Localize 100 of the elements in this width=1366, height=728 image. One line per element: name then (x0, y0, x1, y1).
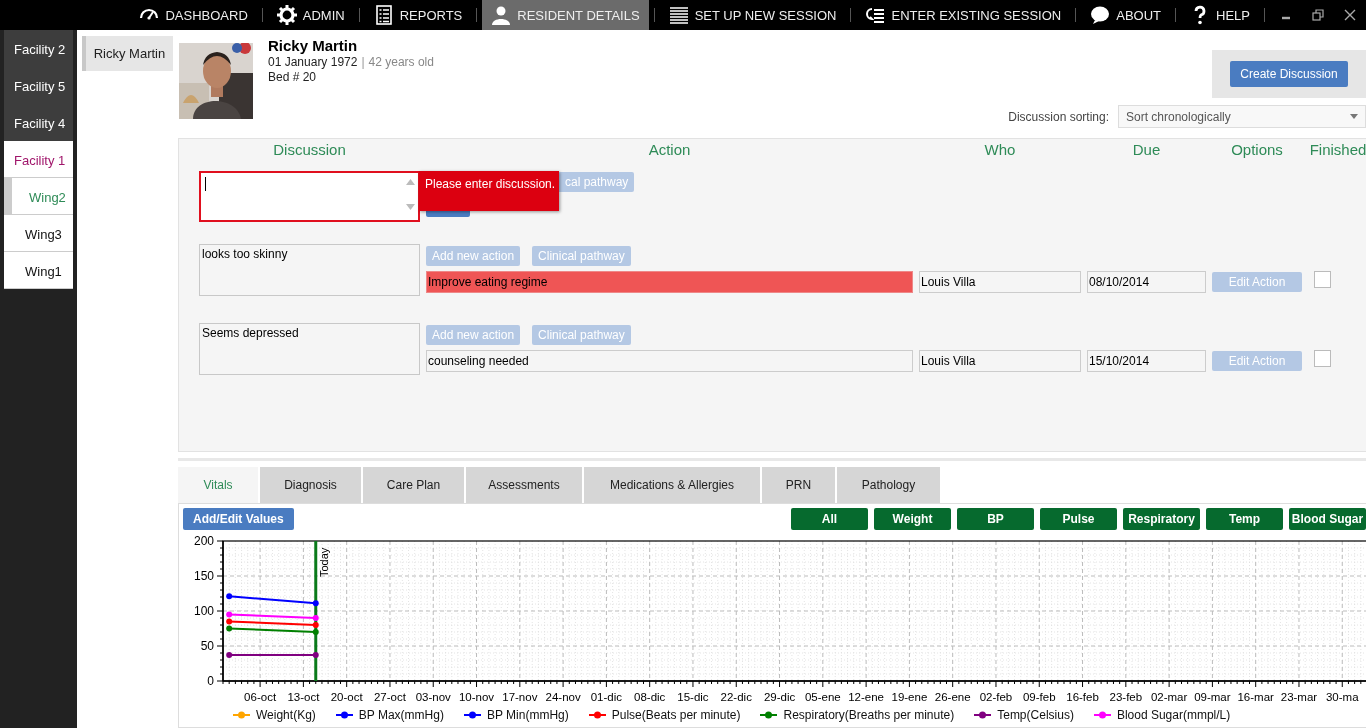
document-list-icon (373, 5, 394, 25)
nav-tab[interactable]: REPORTS (364, 0, 472, 30)
x-tick-label: 15-dic (677, 691, 709, 703)
create-discussion-button[interactable]: Create Discussion (1230, 61, 1348, 87)
point (312, 622, 319, 628)
point (226, 625, 233, 632)
y-tick-label: 100 (193, 604, 214, 618)
filter-button[interactable]: Respiratory (1123, 508, 1200, 530)
filter-button[interactable]: All (791, 508, 868, 530)
facility-item[interactable]: Facility 1 (4, 141, 73, 178)
enter-session-icon (865, 5, 886, 25)
caret-icon (1350, 114, 1358, 119)
legend-label: Blood Sugar(mmpl/L) (1116, 708, 1231, 722)
wing-item[interactable]: Wing3 (4, 215, 73, 252)
age-text: 42 years old (368, 55, 434, 69)
x-tick-label: 09-mar (1194, 691, 1231, 703)
x-tick-label: 02-mar (1150, 691, 1188, 703)
y-tick-label: 50 (200, 639, 214, 653)
x-tick-label: 01-dic (590, 691, 623, 703)
x-tick-label: 24-nov (545, 691, 581, 703)
lines-icon (668, 5, 689, 25)
point (226, 652, 233, 659)
nav-tab[interactable]: RESIDENT DETAILS (482, 0, 649, 30)
legend-label: Pulse(Beats per minute) (611, 708, 741, 722)
filter-button[interactable]: Temp (1206, 508, 1283, 530)
today-label: Today (317, 547, 330, 577)
action-field[interactable]: counseling needed (426, 349, 913, 372)
who-field[interactable]: Louis Villa (919, 349, 1081, 372)
point (226, 593, 233, 600)
section-tab[interactable]: Pathology (837, 467, 940, 503)
filter-button[interactable]: Weight (874, 508, 951, 530)
x-tick-label: 19-ene (891, 691, 928, 703)
x-tick-label: 23-mar (1280, 691, 1318, 703)
legend-label: BP Min(mmHg) (486, 708, 569, 722)
x-tick-label: 17-nov (502, 691, 538, 703)
section-tab[interactable]: Assessments (466, 467, 582, 503)
nav-tab[interactable]: DASHBOARD (130, 0, 257, 30)
x-tick-label: 06-oct (244, 691, 277, 703)
wing-item[interactable]: Wing2 (4, 178, 73, 215)
discussion-text[interactable]: looks too skinny (199, 243, 420, 296)
close-icon[interactable] (1344, 9, 1356, 21)
section-tab[interactable]: PRN (762, 467, 835, 503)
error-tooltip: Please enter discussion. (419, 170, 559, 211)
point (312, 652, 319, 659)
due-date-field[interactable]: 08/10/2014 (1087, 270, 1206, 293)
section-tab[interactable]: Vitals (178, 467, 258, 503)
finished-checkbox[interactable] (1314, 349, 1331, 367)
section-tab[interactable]: Medications & Allergies (584, 467, 760, 503)
restore-icon[interactable] (1312, 9, 1324, 21)
x-tick-label: 03-nov (415, 691, 451, 703)
x-tick-label: 16-mar (1237, 691, 1274, 703)
bed-number: Bed # 20 (268, 70, 318, 84)
x-tick-label: 05-ene (804, 691, 841, 703)
x-tick-label: 12-ene (848, 691, 884, 703)
section-tab[interactable]: Diagnosis (260, 467, 361, 503)
nav-tab[interactable]: SET UP NEW SESSION (659, 0, 846, 30)
discussion-text[interactable]: Seems depressed (199, 322, 420, 375)
x-tick-label: 09-feb (1022, 691, 1056, 703)
resident-name: Ricky Martin (268, 37, 359, 54)
legend-label: Weight(Kg) (256, 708, 316, 722)
x-tick-label: 29-dic (763, 691, 796, 703)
facility-item[interactable]: Facility 5 (4, 67, 73, 104)
nav-tab[interactable]: ABOUT (1081, 0, 1171, 30)
nav-tab[interactable]: ADMIN (267, 0, 354, 30)
y-tick-label: 150 (193, 569, 214, 583)
facility-item[interactable]: Facility 2 (4, 30, 73, 67)
y-tick-label: 200 (193, 534, 214, 548)
x-tick-label: 10-nov (458, 691, 495, 703)
sorting-label: Discussion sorting: (1008, 109, 1109, 124)
y-tick-label: 0 (207, 674, 214, 688)
point (312, 600, 319, 607)
column-header: Discussion (272, 140, 347, 160)
legend-label: Temp(Celsius) (997, 708, 1074, 722)
action-field[interactable]: Improve eating regime (426, 270, 913, 293)
filter-button[interactable]: BP (957, 508, 1034, 530)
column-header: Finished (1308, 140, 1366, 160)
finished-checkbox[interactable] (1314, 270, 1331, 288)
x-tick-label: 02-feb (979, 691, 1013, 703)
point (226, 618, 233, 625)
resident-tab[interactable]: Ricky Martin (82, 36, 173, 71)
filter-button[interactable]: Pulse (1040, 508, 1117, 530)
due-date-field[interactable]: 15/10/2014 (1087, 349, 1206, 372)
sorting-dropdown[interactable]: Sort chronologically (1118, 105, 1366, 128)
column-header: Who (983, 140, 1017, 160)
section-tab[interactable]: Care Plan (363, 467, 464, 503)
column-header: Options (1230, 140, 1284, 160)
x-tick-label: 16-feb (1066, 691, 1099, 703)
who-field[interactable]: Louis Villa (919, 270, 1081, 293)
legend-label: Respiratory(Breaths per minute) (783, 708, 955, 722)
add-edit-values-button[interactable]: Add/Edit Values (183, 508, 294, 530)
filter-button[interactable]: Blood Sugar (1289, 508, 1366, 530)
nav-tab[interactable]: ENTER EXISTING SESSION (856, 0, 1071, 30)
x-tick-label: 27-oct (374, 691, 406, 703)
x-tick-label: 20-oct (330, 691, 363, 703)
x-tick-label: 23-feb (1109, 691, 1143, 703)
person-icon (491, 5, 512, 25)
x-tick-label: 22-dic (720, 691, 752, 703)
nav-tab[interactable]: HELP (1181, 0, 1259, 30)
wing-item[interactable]: Wing1 (4, 252, 73, 289)
facility-item[interactable]: Facility 4 (4, 104, 73, 141)
